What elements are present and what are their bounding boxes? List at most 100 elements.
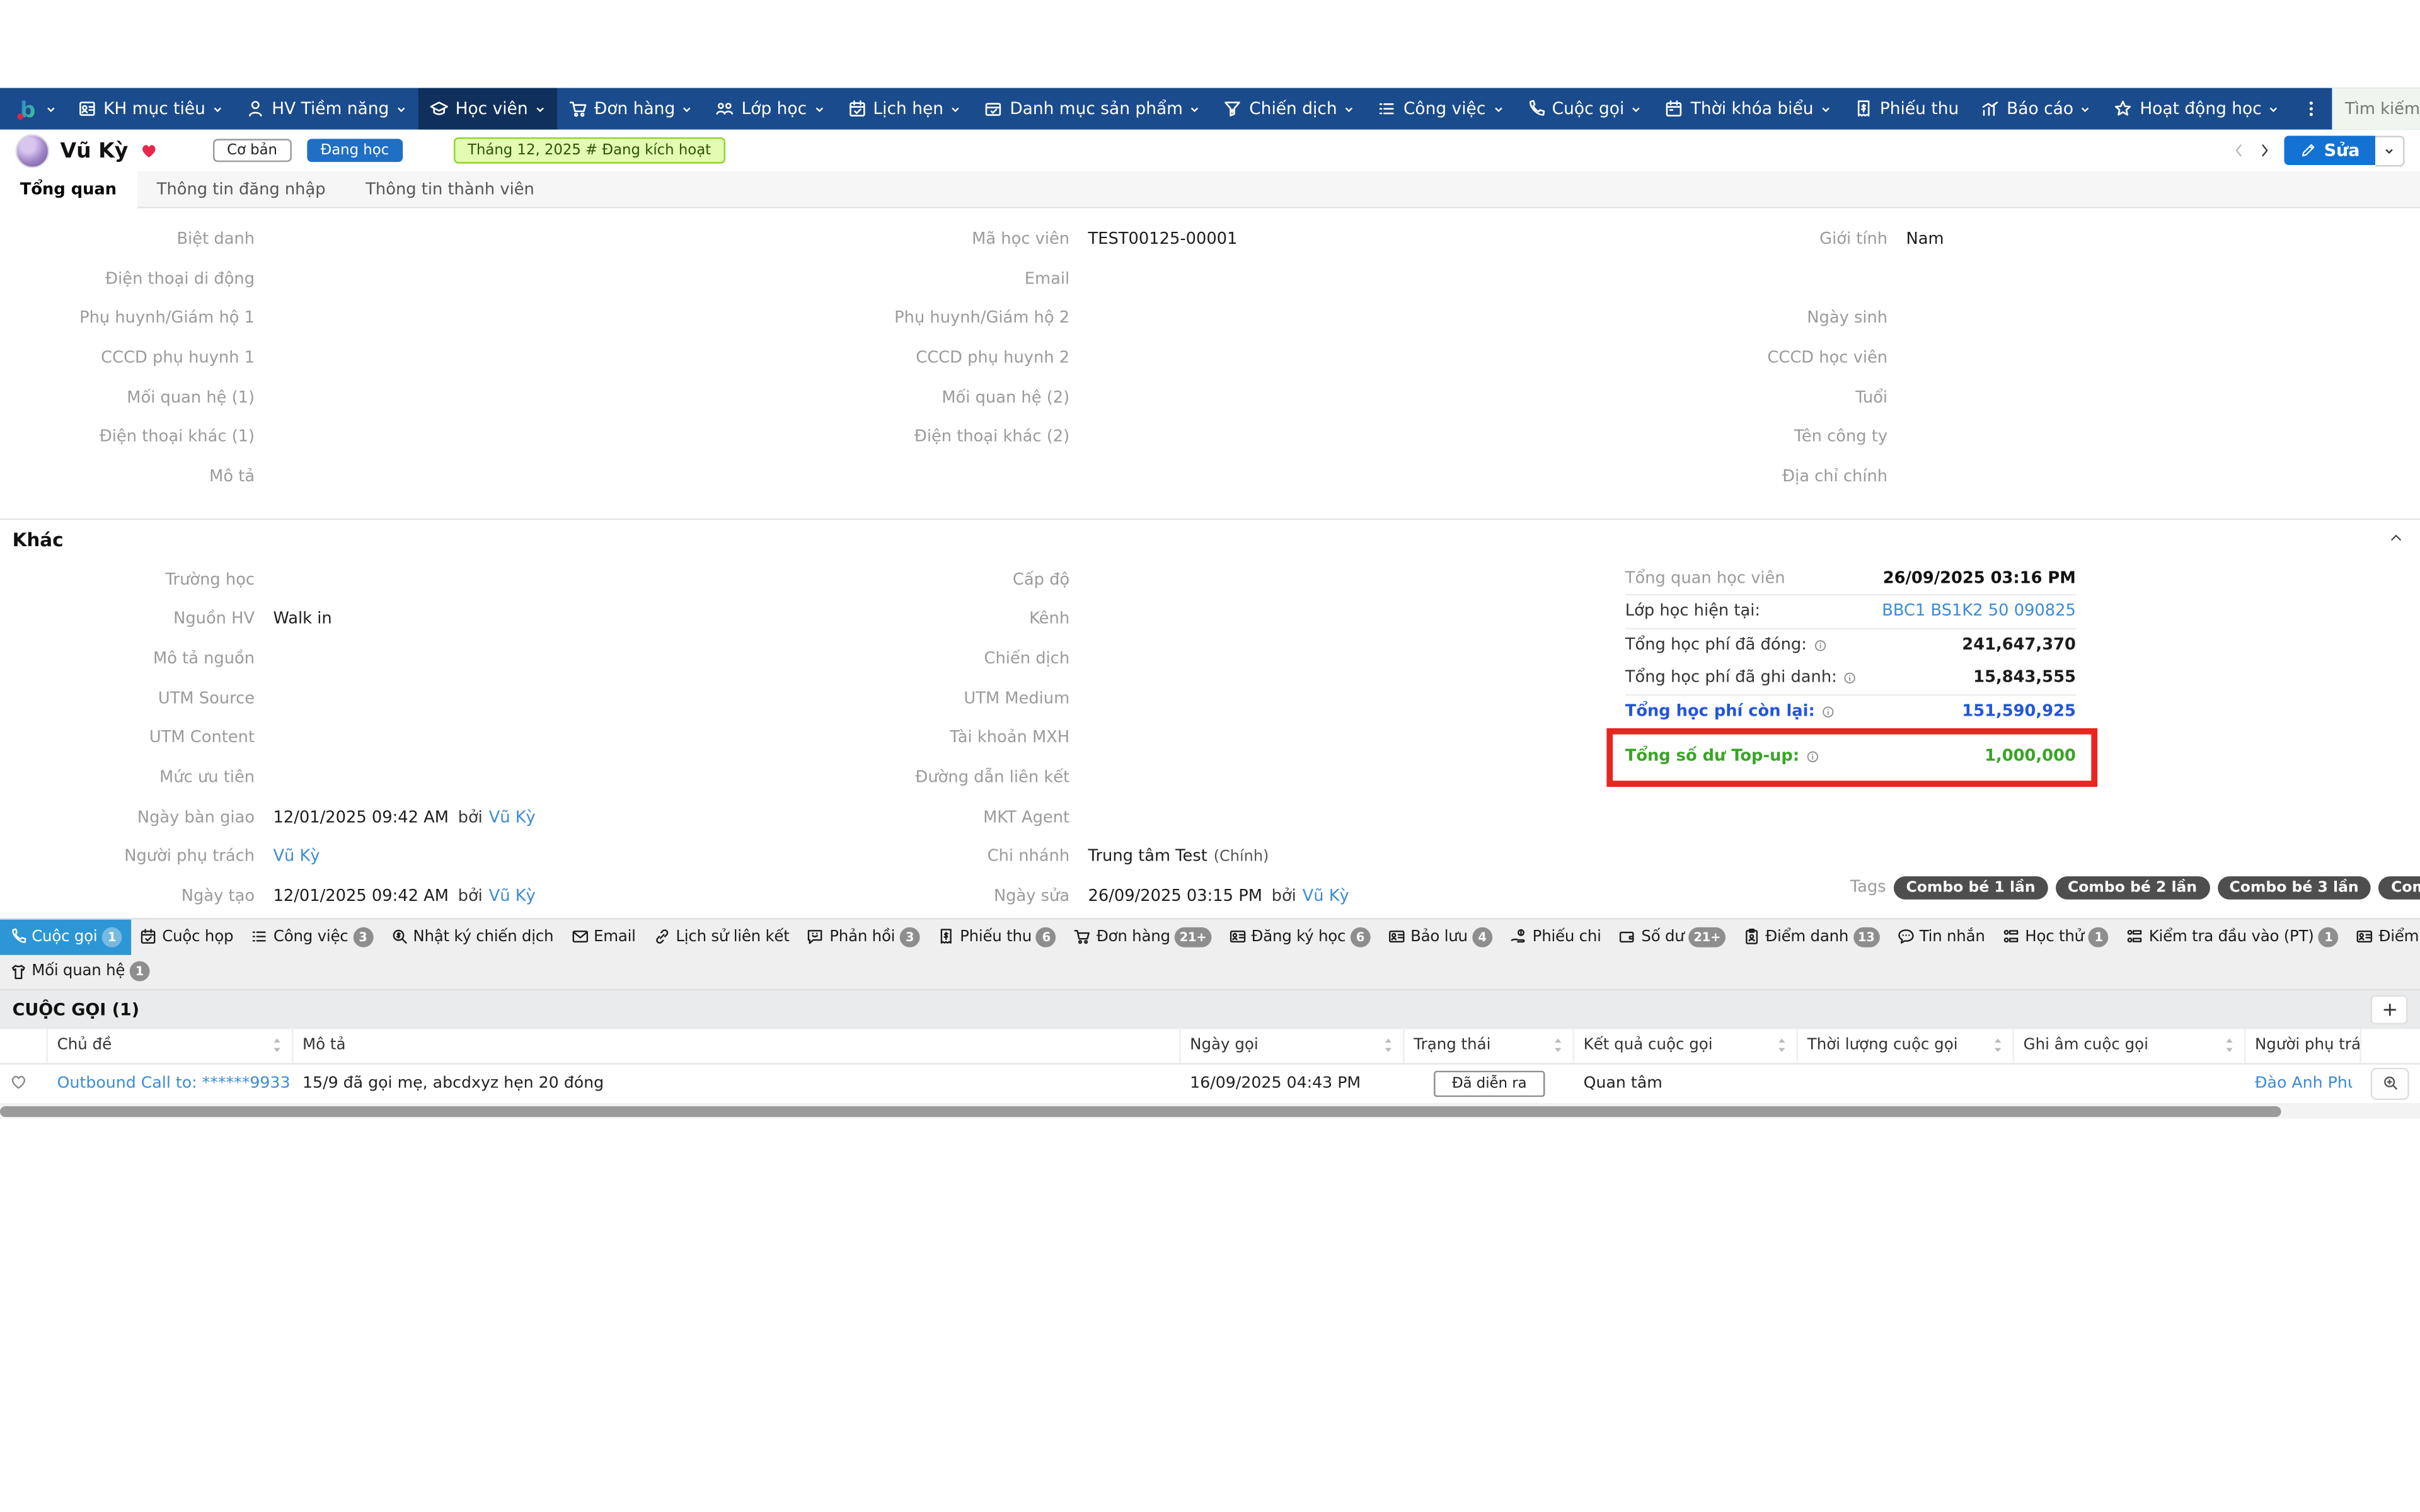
activity-tab-label: Mối quan hệ xyxy=(32,963,125,980)
table-cell: Outbound Call to: ******9933 xyxy=(48,1074,293,1092)
tag-combo-du[interactable]: Combo đủ xyxy=(2378,876,2420,900)
nav-item-chien-dich[interactable]: Chiến dịch xyxy=(1212,88,1366,130)
field-row-dien-thoai-khac-2: Điện thoại khác (2) xyxy=(805,417,1620,457)
activity-tab-so-du[interactable]: Số dư21+ xyxy=(1610,919,1734,954)
nav-item-kh-muc-tieu[interactable]: KH mục tiêu xyxy=(66,88,234,130)
field-label: Điện thoại di động xyxy=(0,269,255,287)
activity-tab-phan-hoi[interactable]: Phản hồi3 xyxy=(798,919,928,954)
activity-tab-hoc-thu[interactable]: Học thử1 xyxy=(1993,919,2117,954)
tag-combo-be-3-lan[interactable]: Combo bé 3 lần xyxy=(2217,876,2371,900)
call-assignee-link[interactable]: Đào Anh Phương xyxy=(2255,1074,2352,1092)
checklist-icon xyxy=(1377,99,1397,119)
field-row-utm-source: UTM Source xyxy=(0,679,805,718)
activity-tab-cong-viec[interactable]: Công việc3 xyxy=(242,919,381,954)
count-badge: 1 xyxy=(2319,927,2339,947)
search-input[interactable] xyxy=(2342,98,2420,120)
app-logo[interactable]: b xyxy=(6,88,67,130)
nav-item-lop-hoc[interactable]: Lớp học xyxy=(705,88,836,130)
activity-tab-kiem-tra-dau-vao-pt[interactable]: Kiểm tra đầu vào (PT)1 xyxy=(2118,919,2348,954)
sort-icon[interactable] xyxy=(1553,1037,1564,1054)
add-call-button[interactable] xyxy=(2371,995,2408,1024)
status-badge: Đang học xyxy=(307,139,403,162)
field-value-link[interactable]: Vũ Kỳ xyxy=(273,848,320,866)
edit-dropdown-button[interactable] xyxy=(2375,135,2405,166)
calendar-icon xyxy=(1664,99,1685,119)
nav-item-cong-viec[interactable]: Công việc xyxy=(1366,88,1515,130)
student-name: Vũ Kỳ xyxy=(60,138,129,163)
activity-tab-cuoc-hop[interactable]: Cuộc họp xyxy=(130,919,242,954)
activity-tab-moi-quan-he[interactable]: Mối quan hệ1 xyxy=(0,954,158,988)
call-subject-link[interactable]: Outbound Call to: ******9933 xyxy=(57,1074,291,1092)
collapse-section-button[interactable] xyxy=(2388,529,2405,551)
avatar[interactable] xyxy=(15,134,49,168)
edit-button[interactable]: Sửa xyxy=(2284,136,2375,166)
activity-tab-phieu-chi[interactable]: Phiếu chi xyxy=(1501,919,1610,954)
cart-icon xyxy=(568,99,588,119)
chevron-right-icon[interactable] xyxy=(2256,142,2273,159)
checklist-icon xyxy=(250,928,268,946)
activity-tab-cuoc-goi[interactable]: Cuộc gọi1 xyxy=(0,919,130,954)
tab-tong-quan[interactable]: Tổng quan xyxy=(0,171,137,209)
nav-item-hoc-vien[interactable]: Học viên xyxy=(418,88,557,130)
field-label: MKT Agent xyxy=(805,808,1069,827)
nav-item-hoat-dong-hoc[interactable]: Hoạt động học xyxy=(2103,88,2291,130)
sort-icon[interactable] xyxy=(1777,1037,1787,1054)
user-link[interactable]: Vũ Kỳ xyxy=(489,808,536,827)
finance-value-link[interactable]: BBC1 BS1K2 50 090825 xyxy=(1882,602,2076,621)
nav-item-cuoc-goi[interactable]: Cuộc gọi xyxy=(1515,88,1654,130)
activity-tab-lich-su-lien-ket[interactable]: Lịch sử liên kết xyxy=(644,919,798,954)
sort-icon[interactable] xyxy=(1383,1037,1393,1054)
nav-item-don-hang[interactable]: Đơn hàng xyxy=(557,88,705,130)
column-header-ket-qua-cuoc-goi[interactable]: Kết quả cuộc gọi xyxy=(1574,1029,1798,1063)
favorite-heart-icon[interactable] xyxy=(139,140,159,161)
tab-thong-tin-dang-nhap[interactable]: Thông tin đăng nhập xyxy=(137,171,345,207)
nav-item-thoi-khoa-bieu[interactable]: Thời khóa biểu xyxy=(1654,88,1843,130)
user-link[interactable]: Vũ Kỳ xyxy=(489,888,536,906)
sort-icon[interactable] xyxy=(1993,1037,2003,1054)
activity-tab-diem-tich-luy[interactable]: Điểm tích lũy xyxy=(2347,919,2420,954)
receipt-icon xyxy=(936,928,955,946)
sort-icon[interactable] xyxy=(2224,1037,2235,1054)
tab-thong-tin-thanh-vien[interactable]: Thông tin thành viên xyxy=(345,171,554,207)
field-row-mo-ta-nguon: Mô tả nguồn xyxy=(0,639,805,679)
nav-item-danh-muc-san-pham[interactable]: Danh mục sản phẩm xyxy=(973,88,1213,130)
field-row-chi-nhanh: Chi nhánhTrung tâm Test(Chính) xyxy=(805,837,1620,877)
field-value: TEST00125-00001 xyxy=(1088,230,1238,248)
user-link[interactable]: Vũ Kỳ xyxy=(1303,888,1349,906)
activity-tab-nhat-ky-chien-dich[interactable]: Nhật ký chiến dịch xyxy=(381,919,562,954)
activity-tab-phieu-thu[interactable]: Phiếu thu6 xyxy=(928,919,1065,954)
nav-item-more-menu[interactable] xyxy=(2291,88,2332,130)
activity-tab-bao-luu[interactable]: Bảo lưu4 xyxy=(1379,919,1501,954)
activity-tab-tin-nhan[interactable]: Tin nhắn xyxy=(1887,919,1993,954)
column-header-ngay-goi[interactable]: Ngày gọi xyxy=(1180,1029,1404,1063)
users-icon xyxy=(715,99,735,119)
tag-combo-be-2-lan[interactable]: Combo bé 2 lần xyxy=(2055,876,2209,900)
overview-timestamp-label: Tổng quan học viên xyxy=(1625,569,1785,587)
field-row-ngay-sinh: Ngày sinh xyxy=(1620,299,2420,338)
nav-item-phieu-thu[interactable]: Phiếu thu xyxy=(1843,88,1969,130)
nav-item-bao-cao[interactable]: Báo cáo xyxy=(1969,88,2102,130)
activity-tab-label: Cuộc họp xyxy=(162,929,233,946)
activity-tab-don-hang[interactable]: Đơn hàng21+ xyxy=(1065,919,1220,954)
column-header-thoi-luong-cuoc-goi[interactable]: Thời lượng cuộc gọi xyxy=(1798,1029,2014,1063)
tag-combo-be-1-lan[interactable]: Combo bé 1 lần xyxy=(1894,876,2048,900)
activity-tab-diem-danh[interactable]: Điểm danh13 xyxy=(1734,919,1887,954)
sort-icon[interactable] xyxy=(272,1037,282,1054)
row-detail-zoom-button[interactable] xyxy=(2371,1067,2409,1099)
scrollbar-thumb[interactable] xyxy=(0,1106,2281,1116)
column-header-trang-thai[interactable]: Trạng thái xyxy=(1405,1029,1574,1063)
nav-item-hv-tiem-nang[interactable]: HV Tiềm năng xyxy=(234,88,418,130)
column-header-ghi-am-cuoc-goi[interactable]: Ghi âm cuộc gọi xyxy=(2014,1029,2245,1063)
horizontal-scrollbar[interactable] xyxy=(0,1104,2420,1118)
count-badge: 4 xyxy=(1472,927,1492,947)
chevron-down-icon xyxy=(1189,103,1202,115)
field-label: Mối quan hệ (1) xyxy=(0,388,255,406)
activity-tab-email[interactable]: Email xyxy=(562,919,644,954)
nav-item-lich-hen[interactable]: Lịch hẹn xyxy=(836,88,973,130)
person-icon xyxy=(246,99,266,119)
activity-tab-dang-ky-hoc[interactable]: Đăng ký học6 xyxy=(1219,919,1379,954)
chevron-left-icon[interactable] xyxy=(2230,142,2247,159)
field-value: Nam xyxy=(1906,230,1944,248)
column-header-chu-de[interactable]: Chủ đề xyxy=(48,1029,293,1063)
info-icon xyxy=(1806,750,1819,764)
